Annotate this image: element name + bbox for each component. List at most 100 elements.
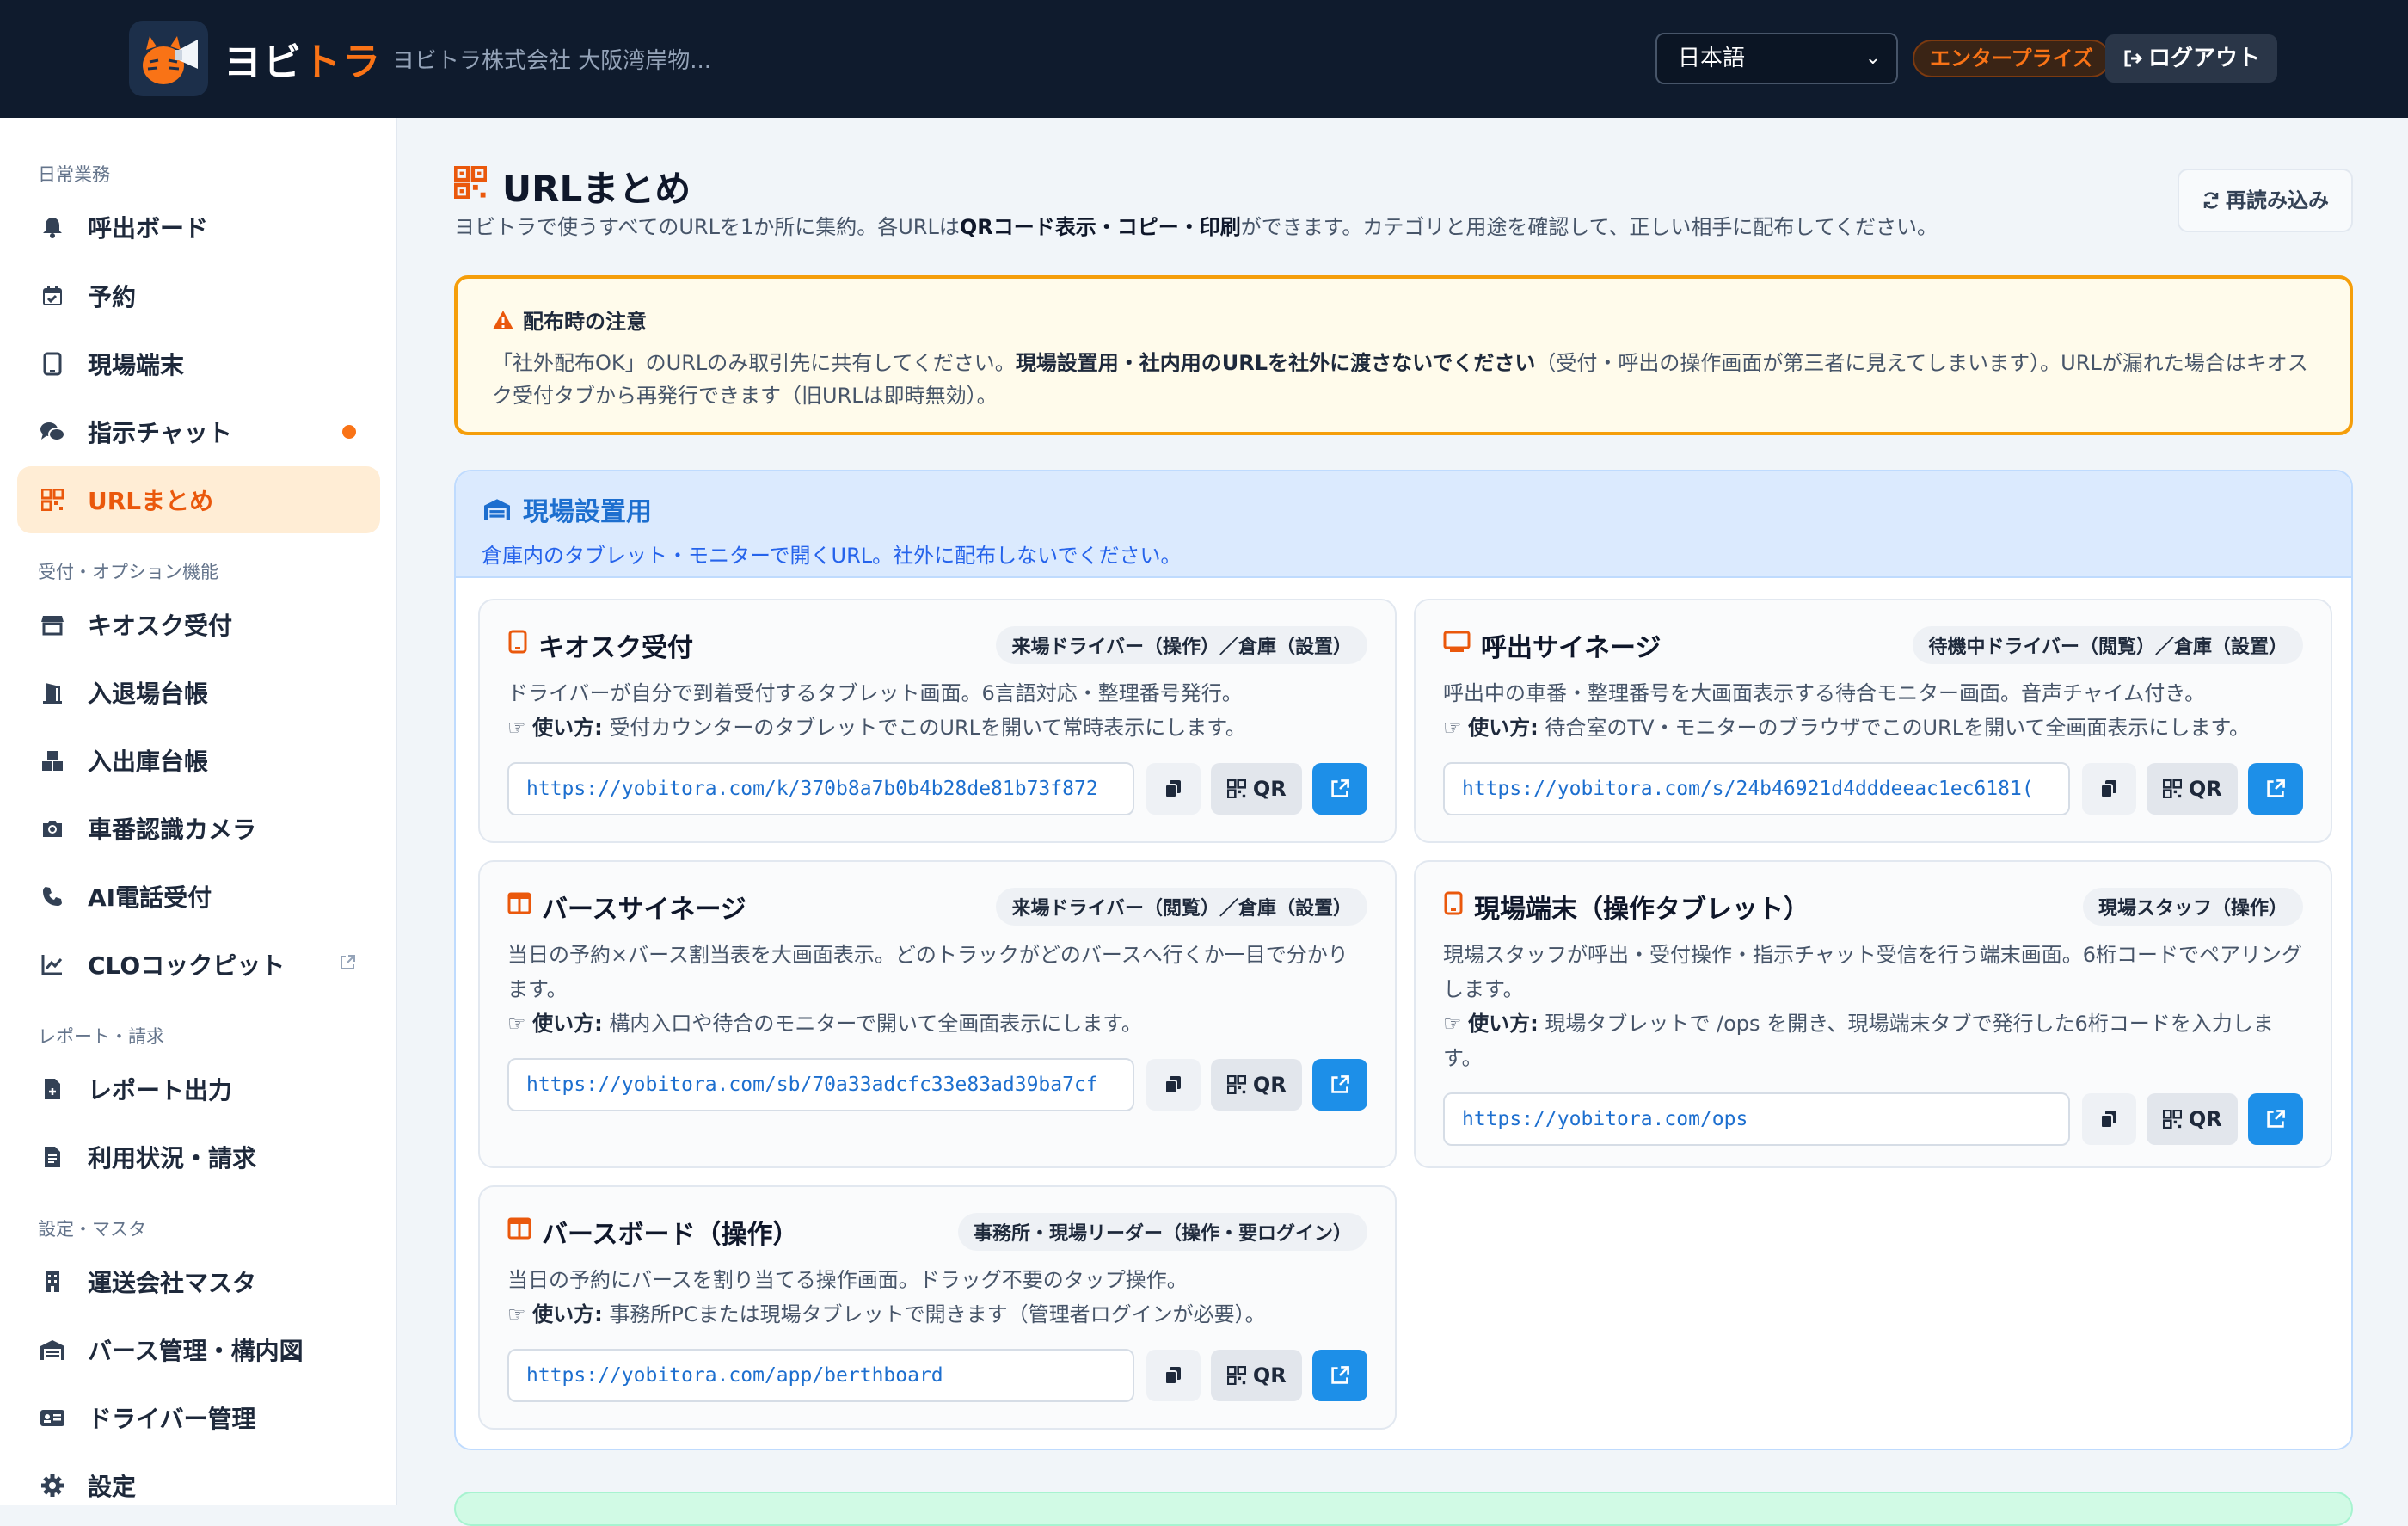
sidebar-item-clo-cockpit[interactable]: CLOコックピット [17,931,380,998]
id-card-icon [38,1403,67,1432]
sidebar-item-terminal[interactable]: 現場端末 [17,330,380,397]
open-link-button[interactable] [1312,1059,1367,1111]
boxes-icon [38,746,67,775]
usage-text: 構内入口や待合のモニターで開いて全画面表示にします。 [609,1012,1142,1036]
tiger-logo-icon[interactable] [129,21,208,96]
card-usage: ☞ 使い方: 事務所PCまたは現場タブレットで開きます（管理者ログインが必要）。 [507,1297,1367,1332]
sidebar-item-inout-ledger[interactable]: 入出庫台帳 [17,727,380,794]
sidebar-item-driver-management[interactable]: ドライバー管理 [17,1384,380,1451]
qr-label: QR [2188,1107,2222,1131]
url-card-kiosk: キオスク受付 来場ドライバー（操作）／倉庫（設置） ドライバーが自分で到着受付す… [478,599,1397,843]
warehouse-icon [484,499,510,520]
url-card-berth-board: バースボード（操作） 事務所・現場リーダー（操作・要ログイン） 当日の予約にバー… [478,1185,1397,1430]
sidebar-item-report-export[interactable]: レポート出力 [17,1055,380,1123]
store-icon [38,610,67,639]
sidebar-item-usage-billing[interactable]: 利用状況・請求 [17,1123,380,1191]
sidebar-section-settings: 設定・マスタ [38,1219,146,1240]
chevron-down-icon: ⌄ [1864,47,1881,69]
sidebar-item-label: 設定 [88,1473,137,1501]
sidebar-section-daily: 日常業務 [38,164,110,185]
qrcode-icon [2162,1110,2182,1129]
brand-logo-text[interactable]: ヨビトラ [224,31,382,86]
sidebar-item-call-board[interactable]: 呼出ボード [17,194,380,261]
url-field[interactable]: https://yobitora.com/k/370b8a7b0b4b28de8… [507,762,1134,815]
plan-badge: エンタープライズ [1913,40,2110,77]
copy-button[interactable] [1146,1059,1201,1111]
qr-label: QR [1252,1363,1287,1388]
language-select-value: 日本語 [1678,46,1746,71]
external-link-icon [1331,1075,1349,1093]
sidebar-item-kiosk[interactable]: キオスク受付 [17,591,380,658]
qr-button[interactable]: QR [1211,1350,1303,1401]
copy-button[interactable] [1146,763,1201,815]
url-field[interactable]: https://yobitora.com/ops [1443,1092,2070,1146]
sidebar-section-options: 受付・オプション機能 [38,562,218,582]
qr-button[interactable]: QR [1211,1059,1303,1111]
usage-label: 使い方: [1468,1012,1539,1036]
reload-button[interactable]: 再読み込み [2178,169,2353,232]
notice-title: 配布時の注意 [492,305,2315,335]
sidebar-item-settings[interactable]: 設定 [17,1452,380,1519]
url-field[interactable]: https://yobitora.com/sb/70a33adcfc33e83a… [507,1058,1134,1111]
sidebar-item-chat[interactable]: 指示チャット [17,398,380,465]
card-title: 現場端末（操作タブレット） [1443,888,1809,926]
reload-label: 再読み込み [2226,188,2329,212]
notice-body: 「社外配布OK」のURLのみ取引先に共有してください。現場設置用・社内用のURL… [492,347,2315,412]
usage-text: 事務所PCまたは現場タブレットで開きます（管理者ログインが必要）。 [609,1302,1266,1326]
usage-label: 使い方: [532,1302,603,1326]
qr-button[interactable]: QR [2147,1093,2239,1145]
sidebar-item-plate-camera[interactable]: 車番認識カメラ [17,795,380,862]
external-link-icon [1331,779,1349,797]
url-field[interactable]: https://yobitora.com/s/24b46921d4dddeeac… [1443,762,2070,815]
copy-button[interactable] [2081,763,2137,815]
role-badge: 現場スタッフ（操作） [2082,888,2303,926]
copy-icon [1164,780,1182,798]
page-subtitle-post: ができます。カテゴリと用途を確認して、正しい相手に配布してください。 [1240,215,1938,239]
gear-icon [38,1471,67,1500]
sidebar-item-label: 車番認識カメラ [88,815,257,844]
copy-button[interactable] [1146,1350,1201,1401]
section-title: 現場設置用 [482,490,2325,528]
card-description: 当日の予約にバースを割り当てる操作画面。ドラッグ不要のタップ操作。 [507,1268,1188,1292]
card-title: バースボード（操作） [507,1213,799,1251]
sidebar-item-ai-phone[interactable]: AI電話受付 [17,863,380,930]
qr-button[interactable]: QR [2147,763,2239,815]
qr-button[interactable]: QR [1211,763,1303,815]
sidebar-item-label: URLまとめ [88,487,214,515]
section-title-text: 現場設置用 [523,497,652,527]
card-usage: ☞ 使い方: 構内入口や待合のモニターで開いて全画面表示にします。 [507,1006,1367,1041]
card-usage: ☞ 使い方: 現場タブレットで /ops を開き、現場端末タブで発行した6桁コー… [1443,1006,2303,1075]
card-title-text: キオスク受付 [538,633,693,663]
external-link-icon [339,954,356,975]
open-link-button[interactable] [1312,763,1367,815]
role-badge: 事務所・現場リーダー（操作・要ログイン） [957,1213,1367,1251]
file-export-icon [38,1074,67,1104]
company-name: ヨビトラ株式会社 大阪湾岸物... [392,48,712,74]
open-link-button[interactable] [2248,763,2303,815]
usage-label: 使い方: [532,1012,603,1036]
section-onsite: 現場設置用 倉庫内のタブレット・モニターで開くURL。社外に配布しないでください… [454,470,2353,1450]
role-badge: 来場ドライバー（閲覧）／倉庫（設置） [996,888,1367,926]
door-open-icon [38,678,67,707]
sidebar-item-label: 利用状況・請求 [88,1144,257,1172]
qrcode-icon [1226,779,1246,798]
open-link-button[interactable] [1312,1350,1367,1401]
sidebar-item-entry-ledger[interactable]: 入退場台帳 [17,659,380,726]
hand-point-icon: ☞ [1443,1012,1462,1036]
copy-button[interactable] [2081,1093,2137,1145]
sidebar-item-berth-management[interactable]: バース管理・構内図 [17,1316,380,1383]
sidebar-item-reservation[interactable]: 予約 [17,262,380,329]
url-card-call-signage: 呼出サイネージ 待機中ドライバー（閲覧）／倉庫（設置） 呼出中の車番・整理番号を… [1414,599,2332,843]
card-usage: ☞ 使い方: 待合室のTV・モニターのブラウザでこのURLを開いて全画面表示にし… [1443,711,2303,745]
logout-button[interactable]: ログアウト [2105,34,2277,83]
sidebar-item-url-summary[interactable]: URLまとめ [17,466,380,533]
url-field[interactable]: https://yobitora.com/app/berthboard [507,1349,1134,1402]
qrcode-icon [2162,779,2182,798]
section-header: 現場設置用 倉庫内のタブレット・モニターで開くURL。社外に配布しないでください… [456,471,2351,578]
card-title: キオスク受付 [507,626,693,664]
sidebar-item-carrier-master[interactable]: 運送会社マスタ [17,1248,380,1315]
bell-icon [38,212,67,242]
language-select[interactable]: 日本語 ⌄ [1656,33,1898,84]
unread-dot [342,425,356,439]
open-link-button[interactable] [2248,1093,2303,1145]
